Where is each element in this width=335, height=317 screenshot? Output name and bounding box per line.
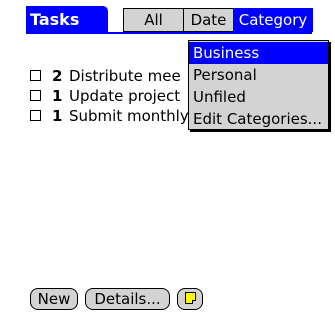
task-row[interactable]: 1 Submit monthly <box>30 106 210 126</box>
task-checkbox[interactable] <box>30 90 41 101</box>
menu-item-unfiled[interactable]: Unfiled <box>189 86 328 108</box>
task-priority[interactable]: 1 <box>52 106 62 126</box>
filter-all-button[interactable]: All <box>123 8 184 32</box>
filter-category-button[interactable]: Category <box>233 8 313 32</box>
tasks-screen: Tasks All Date Category 2 Distribute mee… <box>22 0 329 317</box>
task-row[interactable]: 2 Distribute mee <box>30 66 210 86</box>
menu-item-business[interactable]: Business <box>189 42 328 64</box>
filter-date-button[interactable]: Date <box>183 8 234 32</box>
task-checkbox[interactable] <box>30 110 41 121</box>
task-row[interactable]: 1 Update project <box>30 86 210 106</box>
note-icon <box>185 292 196 304</box>
task-checkbox[interactable] <box>30 70 41 81</box>
title-divider <box>26 32 312 34</box>
task-description[interactable]: Submit monthly <box>69 106 207 126</box>
details-button[interactable]: Details... <box>85 288 170 310</box>
app-title[interactable]: Tasks <box>26 6 108 33</box>
category-dropdown-menu: Business Personal Unfiled Edit Categorie… <box>188 40 329 130</box>
menu-item-edit-categories[interactable]: Edit Categories... <box>189 108 328 130</box>
menu-item-personal[interactable]: Personal <box>189 64 328 86</box>
task-description[interactable]: Distribute mee <box>69 66 207 86</box>
task-priority[interactable]: 1 <box>52 86 62 106</box>
task-description[interactable]: Update project <box>69 86 207 106</box>
new-button[interactable]: New <box>30 288 78 310</box>
note-button[interactable] <box>177 288 203 310</box>
task-priority[interactable]: 2 <box>52 66 62 86</box>
